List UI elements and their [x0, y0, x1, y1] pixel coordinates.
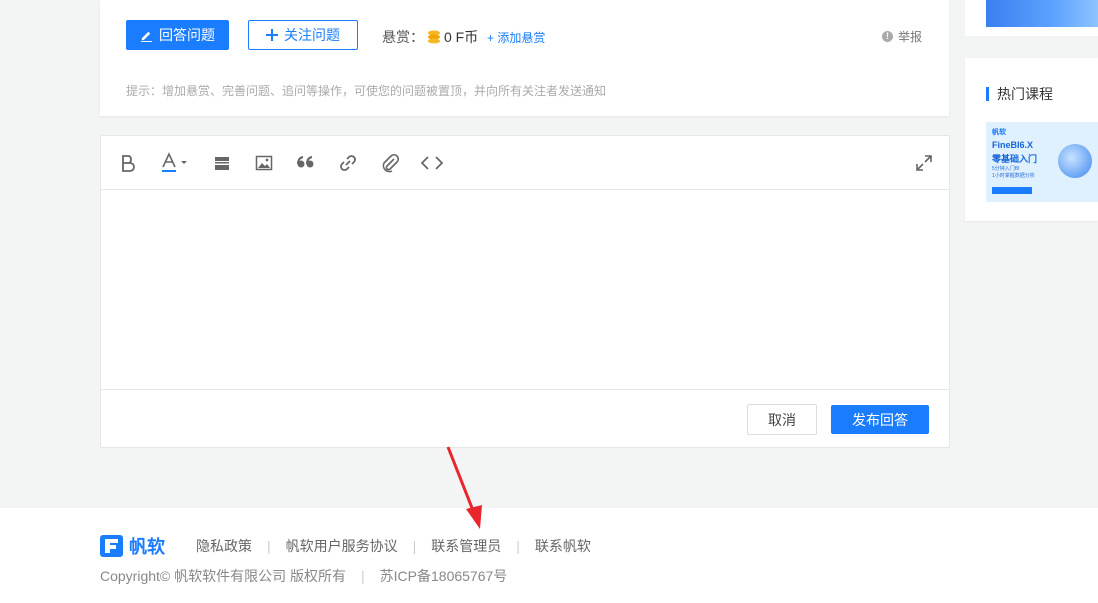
contact-fanruan-link[interactable]: 联系帆软	[535, 536, 591, 556]
icp-link[interactable]: 苏ICP备18065767号	[380, 566, 508, 586]
course-tag	[992, 187, 1032, 194]
clock-illustration-icon	[1058, 144, 1092, 178]
quote-icon[interactable]	[293, 150, 319, 176]
hot-courses-title: 热门课程	[986, 87, 1053, 101]
code-icon[interactable]	[419, 150, 445, 176]
course-thumbnail[interactable]: 帆软 FineBI6.X 零基础入门 5分钟入门BI 1小时掌握数据分析	[986, 122, 1098, 202]
action-hint: 提示：增加悬赏、完善问题、追问等操作，可使您的问题被置顶，并向所有关注者发送通知	[126, 84, 607, 98]
attachment-icon[interactable]	[377, 150, 403, 176]
editor-toolbar	[101, 136, 949, 190]
add-bounty-link[interactable]: + 添加悬赏	[487, 29, 545, 46]
font-color-icon[interactable]	[159, 150, 191, 176]
annotation-arrow-icon	[446, 446, 482, 529]
bold-icon[interactable]	[115, 150, 141, 176]
course-subtitle: 5分钟入门BI 1小时掌握数据分析	[992, 166, 1035, 179]
hot-courses-card: 热门课程 帆软 FineBI6.X 零基础入门 5分钟入门BI 1小时掌握数据分…	[965, 58, 1098, 221]
footer-separator: |	[516, 538, 520, 554]
follow-question-button[interactable]: 关注问题	[248, 20, 358, 50]
question-action-card: 回答问题 关注问题 悬赏： 0 F币 + 添加悬赏 ! 举报 提示：增加悬赏、完…	[100, 0, 949, 116]
bounty-amount: 0 F币	[444, 29, 479, 45]
bounty-info: 悬赏： 0 F币	[382, 27, 478, 47]
footer-links: 隐私政策 | 帆软用户服务协议 | 联系管理员 | 联系帆软	[196, 536, 591, 556]
contact-admin-link[interactable]: 联系管理员	[431, 536, 501, 556]
answer-editor: 取消 发布回答	[100, 135, 950, 448]
report-button[interactable]: ! 举报	[882, 28, 922, 45]
follow-question-label: 关注问题	[284, 27, 340, 43]
footer-logo[interactable]: 帆软	[100, 533, 165, 559]
footer-logo-text: 帆软	[129, 537, 165, 557]
coin-icon	[428, 30, 440, 44]
sidebar-banner-card	[965, 0, 1098, 36]
fullscreen-icon[interactable]	[911, 150, 937, 176]
footer-copyright-row: Copyright© 帆软软件有限公司 版权所有 | 苏ICP备18065767…	[100, 566, 507, 586]
user-agreement-link[interactable]: 帆软用户服务协议	[286, 536, 398, 556]
copyright-text: Copyright© 帆软软件有限公司 版权所有	[100, 568, 347, 584]
pencil-icon	[140, 31, 153, 42]
site-footer: 帆软 隐私政策 | 帆软用户服务协议 | 联系管理员 | 联系帆软 Copyri…	[0, 508, 1098, 603]
editor-footer: 取消 发布回答	[101, 389, 949, 448]
footer-separator: |	[267, 538, 271, 554]
fanruan-logo-icon	[100, 535, 123, 557]
link-icon[interactable]	[335, 150, 361, 176]
publish-answer-button[interactable]: 发布回答	[831, 405, 929, 434]
cancel-button[interactable]: 取消	[747, 404, 817, 435]
privacy-policy-link[interactable]: 隐私政策	[196, 536, 252, 556]
footer-separator: |	[412, 538, 417, 554]
course-title-line2: 零基础入门	[992, 154, 1038, 164]
divider-icon[interactable]	[209, 150, 235, 176]
alert-icon: !	[882, 31, 893, 42]
answer-question-label: 回答问题	[159, 27, 215, 43]
course-logo: 帆软	[992, 129, 1006, 136]
image-icon[interactable]	[251, 150, 277, 176]
bounty-label: 悬赏：	[382, 29, 424, 45]
course-title-line1: FineBI6.X	[992, 140, 1034, 150]
footer-separator: |	[361, 568, 365, 584]
sidebar-banner-image[interactable]	[986, 0, 1098, 27]
answer-question-button[interactable]: 回答问题	[126, 20, 229, 50]
report-label: 举报	[898, 30, 923, 44]
editor-content-area[interactable]	[101, 190, 949, 389]
plus-icon	[266, 29, 278, 41]
